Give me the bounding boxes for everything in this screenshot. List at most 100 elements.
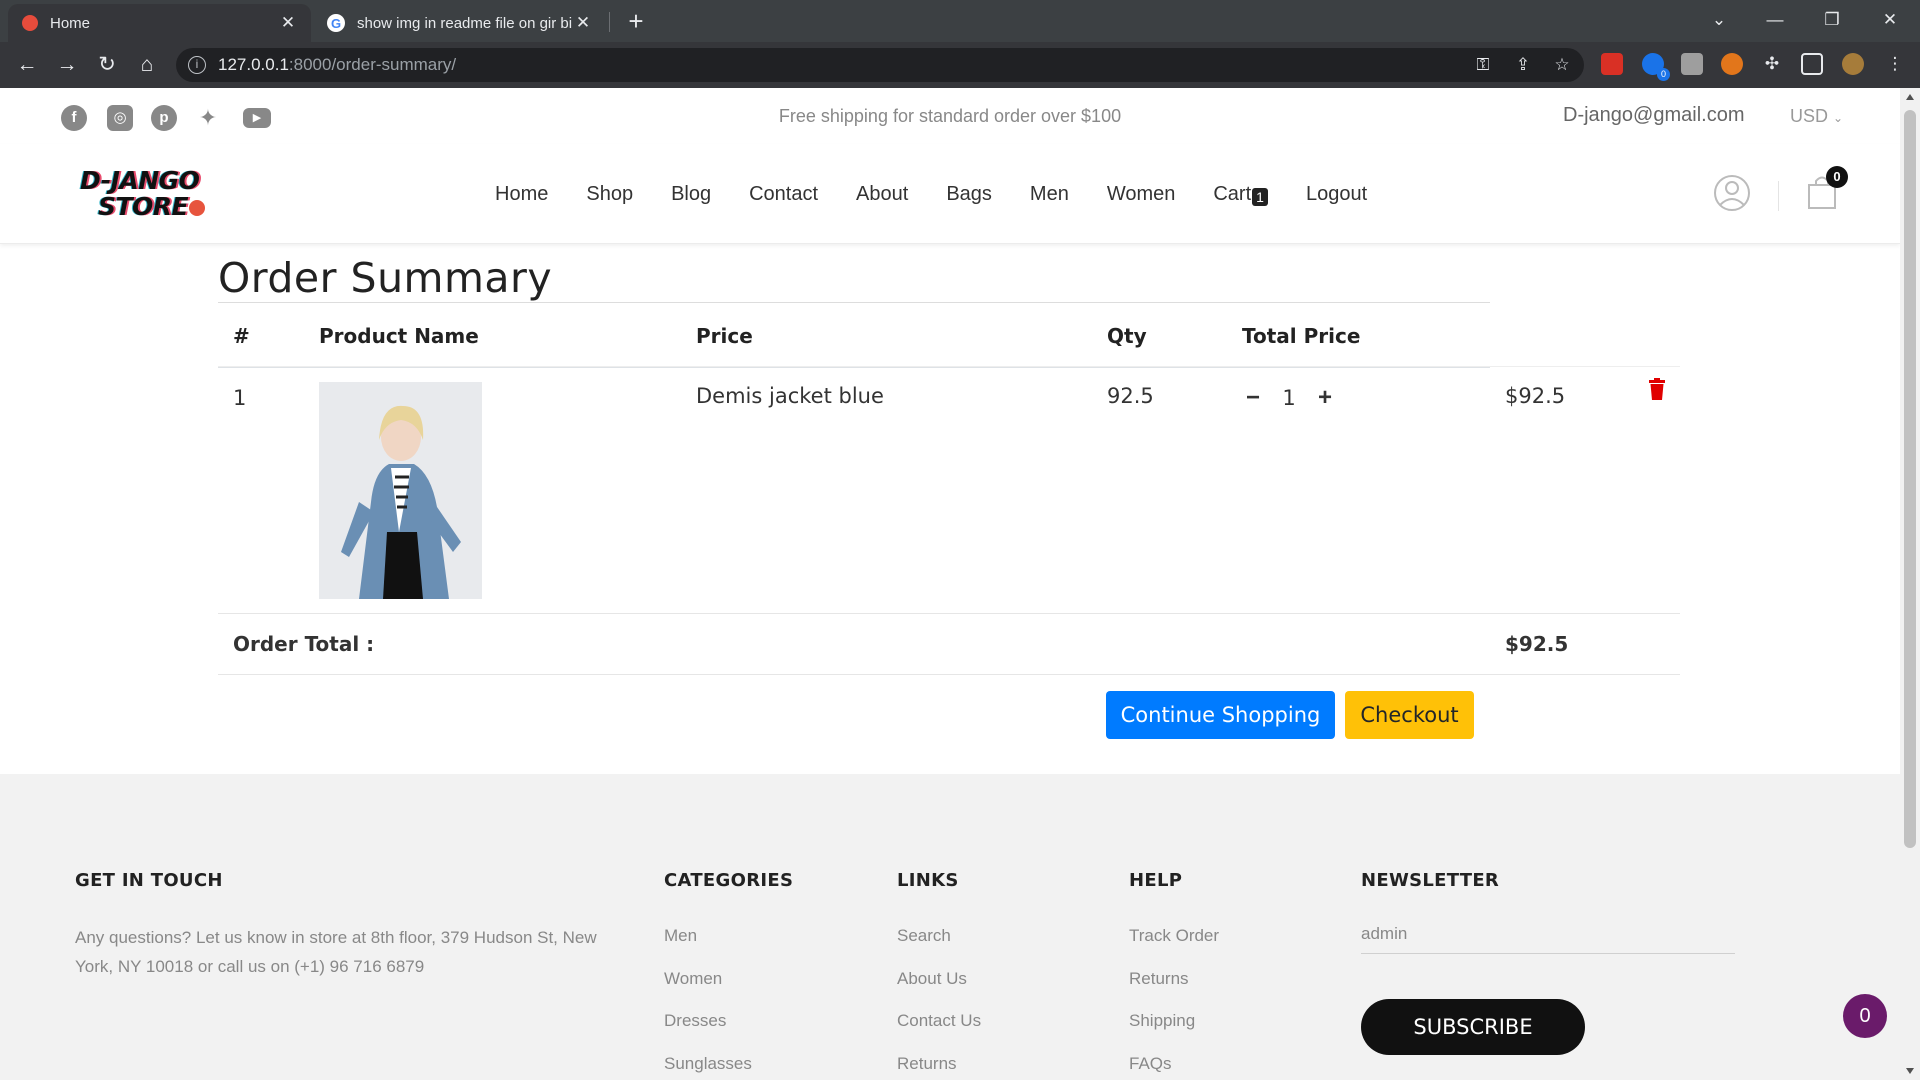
footer-link-contact-us[interactable]: Contact Us — [897, 1011, 981, 1031]
top-bar: f ◎ p ✦ ▶ Free shipping for standard ord… — [0, 88, 1900, 144]
footer-link-women[interactable]: Women — [664, 969, 722, 989]
increase-qty-button[interactable]: + — [1314, 384, 1336, 412]
home-icon[interactable]: ⌂ — [132, 50, 162, 80]
quantity-value: 1 — [1282, 386, 1296, 410]
footer-link-sunglasses[interactable]: Sunglasses — [664, 1054, 752, 1074]
user-account-icon[interactable] — [1713, 174, 1751, 212]
menu-item-women[interactable]: Women — [1107, 183, 1176, 206]
new-tab-button[interactable]: + — [622, 6, 650, 36]
footer-link-search[interactable]: Search — [897, 926, 951, 946]
footer-link-returns[interactable]: Returns — [897, 1054, 957, 1074]
tab-close-icon[interactable]: ✕ — [574, 13, 592, 33]
product-image[interactable] — [319, 382, 482, 599]
site-header: D-JANGO STORE Home Shop Blog Contact Abo… — [0, 144, 1900, 244]
col-header-qty: Qty — [1107, 324, 1147, 348]
menu-item-bags[interactable]: Bags — [946, 183, 992, 206]
tab-close-icon[interactable]: ✕ — [279, 13, 297, 33]
row-total-price: $92.5 — [1505, 384, 1566, 408]
menu-item-shop[interactable]: Shop — [586, 183, 633, 206]
scroll-down-arrow-icon[interactable] — [1906, 1068, 1914, 1074]
minimize-icon[interactable]: — — [1755, 0, 1795, 40]
logo-dot — [189, 200, 205, 216]
checkout-button[interactable]: Checkout — [1345, 691, 1474, 739]
footer-heading-links: LINKS — [897, 870, 959, 891]
col-header-total-price: Total Price — [1242, 324, 1361, 348]
footer-link-faqs[interactable]: FAQs — [1129, 1054, 1172, 1074]
extension-badge: 0 — [1657, 68, 1670, 81]
cart-count-badge: 1 — [1252, 187, 1268, 206]
bag-count-badge: 0 — [1826, 166, 1848, 188]
restore-icon[interactable]: ❐ — [1812, 0, 1852, 40]
col-header-index: # — [233, 324, 250, 348]
extension-blue-icon[interactable]: 0 — [1642, 53, 1670, 81]
tab-readme[interactable]: G show img in readme file on gir bi ✕ — [313, 4, 606, 42]
footer-link-shipping[interactable]: Shipping — [1129, 1011, 1195, 1031]
page-scrollbar[interactable] — [1900, 88, 1920, 1080]
footer-heading-help: HELP — [1129, 870, 1183, 891]
decrease-qty-button[interactable]: − — [1242, 384, 1264, 412]
footer-heading-newsletter: NEWSLETTER — [1361, 870, 1500, 891]
reload-icon[interactable]: ↻ — [92, 50, 122, 80]
subscribe-button[interactable]: SUBSCRIBE — [1361, 999, 1585, 1055]
key-icon[interactable]: ⚿ — [1472, 54, 1494, 76]
google-favicon-icon: G — [327, 14, 345, 32]
chevron-down-icon: ⌄ — [1833, 111, 1844, 125]
footer-link-track-order[interactable]: Track Order — [1129, 926, 1219, 946]
currency-select[interactable]: USD ⌄ — [1790, 106, 1843, 127]
site-info-icon[interactable]: i — [188, 56, 206, 74]
tab-home[interactable]: Home ✕ — [8, 4, 311, 42]
url-field[interactable]: i 127.0.0.1:8000/order-summary/ ⚿ ⇪ ☆ — [176, 48, 1584, 82]
footer-link-dresses[interactable]: Dresses — [664, 1011, 726, 1031]
tab-search-icon[interactable]: ⌄ — [1699, 0, 1739, 40]
menu-item-about[interactable]: About — [856, 183, 908, 206]
menu-item-blog[interactable]: Blog — [671, 183, 711, 206]
account-email[interactable]: D-jango@gmail.com — [1563, 104, 1744, 127]
newsletter-email-input[interactable]: admin — [1361, 914, 1735, 954]
extension-red-icon[interactable] — [1601, 53, 1623, 75]
page-title: Order Summary — [218, 254, 553, 302]
menu-item-home[interactable]: Home — [495, 183, 548, 206]
order-total-value: $92.5 — [1505, 632, 1569, 656]
footer-link-returns-help[interactable]: Returns — [1129, 969, 1189, 989]
puzzle-extensions-icon[interactable]: ✣ — [1761, 53, 1783, 75]
order-total-label: Order Total : — [233, 632, 375, 656]
browser-tab-bar: Home ✕ G show img in readme file on gir … — [0, 0, 1920, 42]
title-divider — [218, 302, 1490, 303]
kebab-menu-icon[interactable]: ⋮ — [1884, 53, 1906, 75]
col-header-price: Price — [696, 324, 753, 348]
main-menu: Home Shop Blog Contact About Bags Men Wo… — [495, 144, 1405, 244]
window-close-icon[interactable]: ✕ — [1870, 0, 1910, 40]
bookmark-star-icon[interactable]: ☆ — [1551, 54, 1573, 76]
continue-shopping-button[interactable]: Continue Shopping — [1106, 691, 1335, 739]
footer-link-men[interactable]: Men — [664, 926, 697, 946]
total-top-divider — [218, 613, 1680, 614]
menu-item-contact[interactable]: Contact — [749, 183, 818, 206]
side-panel-icon[interactable] — [1801, 53, 1823, 75]
url-text: 127.0.0.1:8000/order-summary/ — [218, 55, 457, 74]
menu-item-cart[interactable]: Cart 1 — [1213, 183, 1268, 206]
share-icon[interactable]: ⇪ — [1512, 54, 1534, 76]
scroll-up-arrow-icon[interactable] — [1906, 94, 1914, 100]
profile-avatar-icon[interactable] — [1842, 53, 1864, 75]
tab-favicon-icon — [22, 15, 38, 31]
menu-item-logout[interactable]: Logout — [1306, 183, 1367, 206]
menu-item-men[interactable]: Men — [1030, 183, 1069, 206]
product-price: 92.5 — [1107, 384, 1154, 408]
menu-cart-label: Cart — [1213, 182, 1252, 205]
back-icon[interactable]: ← — [12, 50, 42, 80]
metamask-fox-icon[interactable] — [1721, 53, 1743, 75]
tab-title: show img in readme file on gir bi — [357, 14, 573, 32]
site-footer: GET IN TOUCH Any questions? Let us know … — [0, 774, 1900, 1080]
product-name[interactable]: Demis jacket blue — [696, 384, 884, 408]
table-row-divider — [218, 366, 1680, 367]
forward-icon[interactable]: → — [52, 50, 82, 80]
footer-link-about-us[interactable]: About Us — [897, 969, 967, 989]
tab-title: Home — [50, 14, 91, 32]
floating-chat-badge[interactable]: 0 — [1843, 994, 1887, 1038]
store-logo[interactable]: D-JANGO STORE — [80, 168, 210, 220]
logo-line-1: D-JANGO — [80, 166, 200, 195]
trash-icon[interactable] — [1648, 378, 1666, 400]
quantity-stepper: − 1 + — [1242, 384, 1336, 412]
scrollbar-thumb[interactable] — [1904, 110, 1916, 848]
extension-grey-icon[interactable] — [1681, 53, 1703, 75]
